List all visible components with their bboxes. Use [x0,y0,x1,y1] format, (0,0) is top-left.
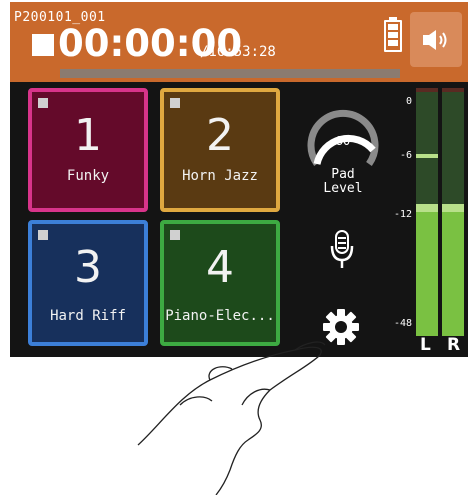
pad-2[interactable]: 2 Horn Jazz [160,88,280,212]
meter-right [442,88,464,336]
hand-pointer-illustration [137,341,326,495]
pad-number: 3 [74,242,102,293]
meter-level-top [416,204,438,212]
pad-number: 4 [206,242,234,293]
stop-icon [32,34,54,56]
pad-indicator [38,230,48,240]
meter-scale-12: -12 [393,209,412,220]
pad-4[interactable]: 4 Piano-Elec... [160,220,280,346]
pad-level-value: 80 [335,134,351,148]
header-bar: P200101_001 00:00:00 /16:53:28 [10,2,468,82]
pad-indicator [38,98,48,108]
meter-level-top [442,204,464,212]
meter-scale-0: 0 [405,96,412,107]
pad-name: Piano-Elec... [165,308,275,324]
pad-number: 2 [206,110,234,161]
pad-name: Horn Jazz [182,168,258,184]
meter-level [416,206,438,336]
channel-label-left: L [420,335,431,355]
progress-bar [60,69,400,78]
speaker-button[interactable] [410,12,462,67]
meter-scale-6: -6 [399,150,412,161]
pad-number: 1 [74,110,102,161]
pad-1[interactable]: 1 Funky [28,88,148,212]
pad-indicator [170,230,180,240]
battery-full-icon [384,17,402,52]
meter-scale-48: -48 [393,318,412,329]
speaker-icon [423,30,447,50]
meter-clip-indicator [442,88,464,92]
pad-indicator [170,98,180,108]
meter-clip-indicator [416,88,438,92]
device-screen: P200101_001 00:00:00 /16:53:28 1 Funky 2… [10,2,468,357]
pad-name: Hard Riff [50,308,126,324]
channel-label-right: R [447,335,461,355]
meter-left [416,88,438,336]
meter-level [442,206,464,336]
pad-level-label: Pad Level [323,167,363,196]
pad-3[interactable]: 3 Hard Riff [28,220,148,346]
meter-peak [416,154,438,158]
remaining-time: /16:53:28 [200,44,276,60]
pad-name: Funky [66,168,110,184]
microphone-icon[interactable] [330,230,354,270]
